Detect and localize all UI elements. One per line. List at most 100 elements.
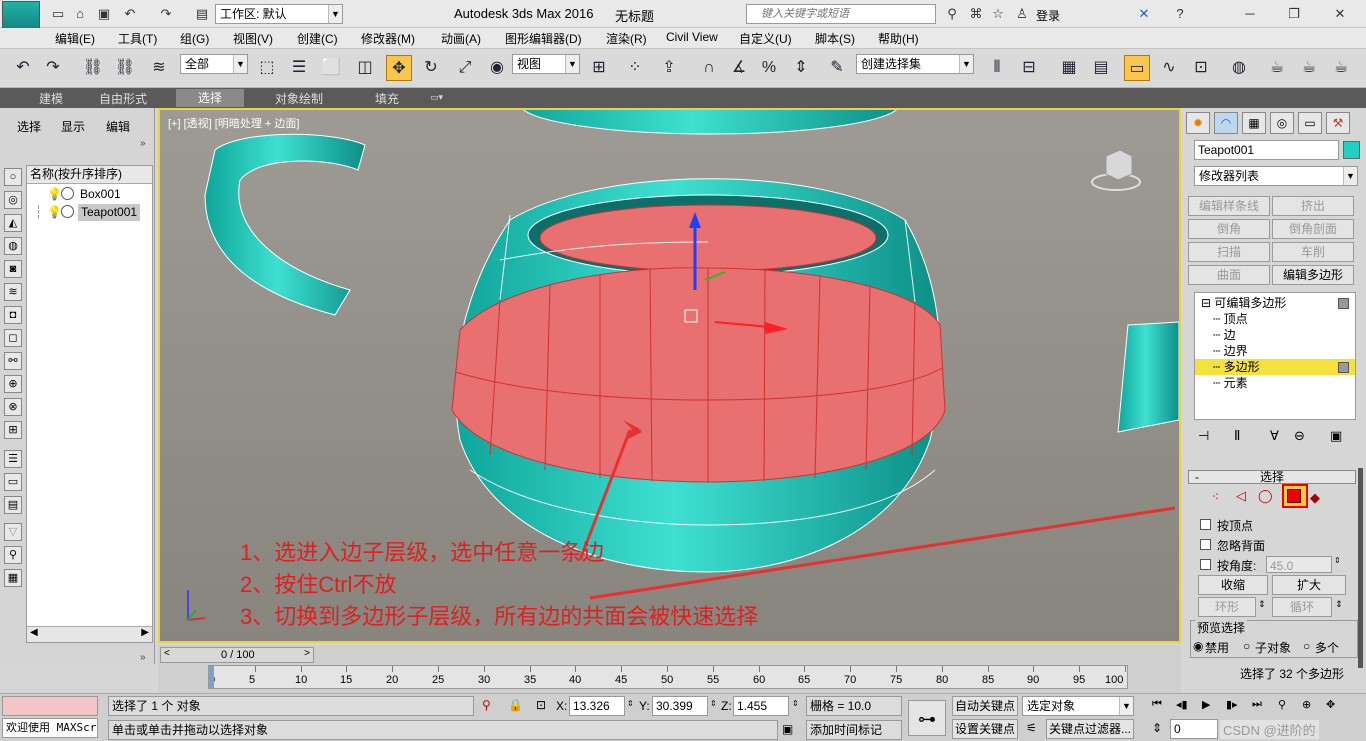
play-icon[interactable]: ▶: [1202, 698, 1210, 711]
star-icon[interactable]: ☆: [988, 4, 1008, 24]
show-end-result-icon[interactable]: Ⅱ: [1234, 428, 1240, 444]
exchange-icon[interactable]: ✕: [1134, 4, 1154, 24]
lathe-button[interactable]: 车削: [1272, 242, 1354, 262]
z-coord-field[interactable]: 1.455: [733, 696, 789, 716]
border-level-icon[interactable]: ◯: [1258, 488, 1273, 504]
ring-button[interactable]: 环形: [1198, 597, 1256, 617]
display-spacewarps-icon[interactable]: ◻: [4, 329, 22, 347]
stack-item-border[interactable]: ┄ 边界: [1195, 343, 1355, 359]
add-time-tag-field[interactable]: 添加时间标记: [806, 720, 902, 740]
list-item[interactable]: 💡 Box001: [27, 186, 152, 203]
display-geometry-icon[interactable]: ◭: [4, 214, 22, 232]
light-bulb-icon[interactable]: 💡: [47, 186, 62, 203]
menu-customize[interactable]: 自定义(U): [739, 30, 792, 47]
ribbon-toggle-icon[interactable]: ▭: [1124, 55, 1150, 81]
render-setup-icon[interactable]: ☕: [1264, 55, 1290, 81]
isolate-icon[interactable]: ⚲: [482, 698, 491, 712]
key-mode-icon[interactable]: ⇕: [1152, 721, 1162, 735]
menu-edit[interactable]: 编辑(E): [55, 30, 95, 47]
explorer-menu-select[interactable]: 选择: [17, 118, 41, 135]
hierarchy-panel-icon[interactable]: ▦: [1242, 112, 1266, 134]
keyboard-shortcut-icon[interactable]: ⇪: [656, 55, 682, 81]
place-icon[interactable]: ◉: [484, 55, 510, 81]
expand-icon[interactable]: »: [140, 138, 146, 149]
edit-spline-button[interactable]: 编辑样条线: [1188, 196, 1270, 216]
goto-start-icon[interactable]: ⏮: [1152, 698, 1162, 711]
snaps-toggle-icon[interactable]: ∩: [696, 55, 722, 81]
goto-end-icon[interactable]: ⏭: [1252, 698, 1262, 711]
by-angle-checkbox[interactable]: [1200, 559, 1211, 570]
sweep-button[interactable]: 扫描: [1188, 242, 1270, 262]
menu-graph-editors[interactable]: 图形编辑器(D): [505, 30, 582, 47]
menu-rendering[interactable]: 渲染(R): [606, 30, 647, 47]
extrude-button[interactable]: 挤出: [1272, 196, 1354, 216]
stack-item-element[interactable]: ┄ 元素: [1195, 375, 1355, 391]
preview-off-radio[interactable]: ◉: [1193, 639, 1203, 653]
polygon-level-icon[interactable]: [1282, 484, 1308, 508]
bind-spacewarp-icon[interactable]: ≋: [146, 55, 172, 81]
key-filter-icon[interactable]: ⚟: [1026, 721, 1037, 735]
selection-lock-icon[interactable]: 🔒: [508, 698, 523, 712]
perspective-viewport[interactable]: [+] [透视] [明暗处理 + 边面] 1、选进入边子层级，选中任意一条边 2…: [158, 108, 1181, 643]
menu-views[interactable]: 视图(V): [233, 30, 273, 47]
select-object-icon[interactable]: ⬚: [254, 55, 280, 81]
stack-item-polygon[interactable]: ┄ 多边形: [1195, 359, 1355, 375]
list-item[interactable]: ┆ 💡 Teapot001: [27, 204, 152, 221]
panel-scrollbar[interactable]: [1358, 468, 1363, 668]
align-icon[interactable]: ⊟: [1016, 55, 1042, 81]
preview-subobject-radio[interactable]: ○: [1243, 639, 1250, 653]
bevel-button[interactable]: 倒角: [1188, 219, 1270, 239]
curve-editor-icon[interactable]: ∿: [1156, 55, 1182, 81]
new-icon[interactable]: ▭: [48, 4, 68, 24]
track-bar[interactable]: 0510152025303540455055606570758085909510…: [208, 665, 1128, 689]
modifier-list-select[interactable]: 修改器列表 ▼: [1194, 166, 1358, 186]
login-link[interactable]: 登录: [1036, 7, 1060, 24]
display-shapes-icon[interactable]: ◍: [4, 237, 22, 255]
edit-poly-button[interactable]: 编辑多边形: [1272, 265, 1354, 285]
layer-list-icon[interactable]: ▭: [4, 473, 22, 491]
maximize-icon[interactable]: ❐: [1284, 4, 1304, 24]
unlink-icon[interactable]: ⛓: [112, 55, 138, 81]
menu-civil-view[interactable]: Civil View: [666, 30, 718, 44]
freeze-icon[interactable]: [61, 187, 74, 200]
tab-modeling[interactable]: 建模: [39, 90, 63, 107]
menu-create[interactable]: 创建(C): [297, 30, 338, 47]
binoculars-icon[interactable]: ⚲: [942, 4, 962, 24]
menu-help[interactable]: 帮助(H): [878, 30, 919, 47]
display-containers-icon[interactable]: ⊞: [4, 421, 22, 439]
rect-selection-icon[interactable]: ⬜: [318, 55, 344, 81]
display-bones-icon[interactable]: ⊗: [4, 398, 22, 416]
create-panel-icon[interactable]: ✹: [1186, 112, 1210, 134]
utilities-panel-icon[interactable]: ⚒: [1326, 112, 1350, 134]
edge-level-icon[interactable]: ◁: [1236, 488, 1246, 504]
filter-icon[interactable]: ▽: [4, 523, 22, 541]
tab-selection[interactable]: 选择: [176, 89, 245, 107]
menu-animation[interactable]: 动画(A): [441, 30, 481, 47]
display-none-icon[interactable]: ○: [4, 168, 22, 186]
explorer-menu-display[interactable]: 显示: [61, 118, 85, 135]
maxscript-mini-listener[interactable]: 欢迎使用 MAXScr: [2, 718, 98, 738]
tab-freeform[interactable]: 自由形式: [99, 90, 147, 107]
viewcube[interactable]: [1090, 146, 1142, 192]
ring-spinner-icon[interactable]: ⇕: [1258, 599, 1266, 610]
menu-tools[interactable]: 工具(T): [118, 30, 157, 47]
preview-multi-radio[interactable]: ○: [1303, 639, 1310, 653]
minimize-icon[interactable]: ─: [1240, 4, 1260, 24]
make-unique-icon[interactable]: ∀: [1270, 428, 1279, 444]
x-coord-field[interactable]: 13.326: [569, 696, 625, 716]
window-crossing-icon[interactable]: ◫: [352, 55, 378, 81]
hierarchy-icon[interactable]: ▤: [4, 496, 22, 514]
key-filter-select[interactable]: 选定对象 ▼: [1022, 696, 1134, 716]
collapse-icon[interactable]: »: [140, 652, 146, 663]
maxscript-listener-pink[interactable]: [2, 696, 98, 716]
tab-object-paint[interactable]: 对象绘制: [275, 90, 323, 107]
light-bulb-icon[interactable]: 💡: [47, 204, 62, 221]
modify-panel-icon[interactable]: ◠: [1214, 112, 1238, 134]
options-icon[interactable]: ▦: [4, 569, 22, 587]
find-icon[interactable]: ⚲: [4, 546, 22, 564]
configure-sets-icon[interactable]: ▣: [1330, 428, 1342, 444]
help-icon[interactable]: ?: [1170, 4, 1190, 24]
select-by-name-icon[interactable]: ☰: [286, 55, 312, 81]
selection-filter-select[interactable]: 全部 ▼: [180, 54, 248, 74]
scale-icon[interactable]: ⤢: [452, 55, 478, 81]
